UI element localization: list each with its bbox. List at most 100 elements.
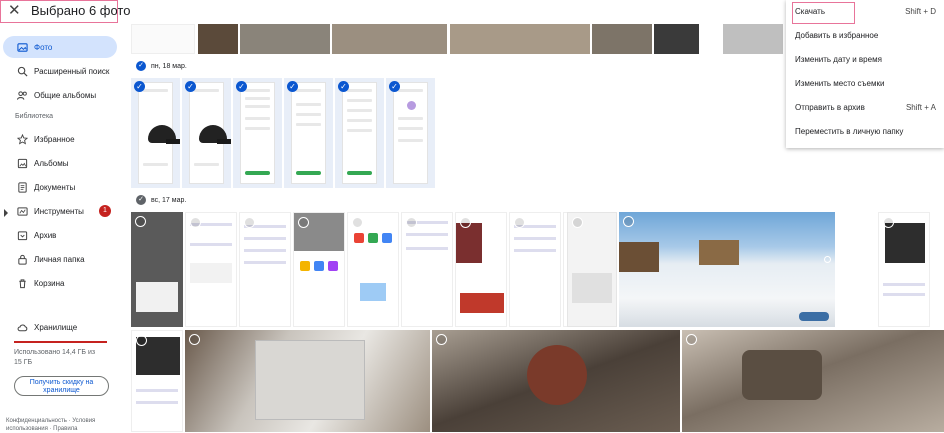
cloud-icon: [16, 321, 28, 333]
menu-item-label: Изменить дату и время: [795, 55, 882, 64]
photo-thumbnail[interactable]: [455, 212, 507, 327]
photo-thumbnail[interactable]: [131, 212, 183, 327]
library-section-label: Библиотека: [15, 113, 54, 120]
check-icon[interactable]: ✓: [136, 61, 146, 71]
photo-thumbnail[interactable]: [682, 330, 944, 432]
photo-thumbnail[interactable]: [401, 212, 453, 327]
photo-icon: [16, 41, 28, 53]
check-icon[interactable]: ✓: [236, 81, 247, 92]
photo-thumbnail[interactable]: [654, 24, 699, 54]
menu-item-add-favorite[interactable]: Добавить в избранное: [786, 24, 944, 48]
select-circle[interactable]: [135, 216, 146, 227]
photo-thumbnail[interactable]: [240, 24, 330, 54]
notification-badge: 1: [99, 205, 111, 217]
menu-item-edit-date-time[interactable]: Изменить дату и время: [786, 48, 944, 72]
select-circle[interactable]: [514, 217, 525, 228]
sidebar-item-tools[interactable]: Инструменты 1: [3, 200, 117, 222]
trash-icon: [16, 277, 28, 289]
storage-usage-text: Использовано 14,4 ГБ из 15 ГБ: [14, 349, 96, 366]
photo-thumbnail-selected[interactable]: ✓: [284, 78, 333, 188]
keyboard-shortcut: Shift + D: [905, 7, 936, 16]
album-icon: [16, 157, 28, 169]
sidebar-item-locked-folder[interactable]: Личная папка: [3, 248, 117, 270]
sidebar-item-trash[interactable]: Корзина: [3, 272, 117, 294]
menu-item-label: Добавить в избранное: [795, 31, 879, 40]
photo-thumbnail[interactable]: [198, 24, 238, 54]
select-circle[interactable]: [686, 334, 697, 345]
photo-thumbnail[interactable]: [131, 24, 195, 54]
sidebar-item-documents[interactable]: Документы: [3, 176, 117, 198]
photo-thumbnail[interactable]: [723, 24, 783, 54]
highlight-box: [0, 0, 118, 23]
menu-item-move-locked-folder[interactable]: Переместить в личную папку: [786, 120, 944, 144]
date-group-header[interactable]: ✓ пн, 18 мар.: [136, 61, 187, 71]
photo-thumbnail[interactable]: [185, 212, 237, 327]
sidebar-item-storage[interactable]: Хранилище: [3, 316, 117, 338]
select-circle[interactable]: [352, 217, 363, 228]
sidebar: Фото Расширенный поиск Общие альбомы Биб…: [0, 26, 125, 432]
footer-links[interactable]: Конфиденциальность · Условия использован…: [6, 417, 116, 433]
select-circle[interactable]: [244, 217, 255, 228]
menu-item-archive[interactable]: Отправить в архив Shift + A: [786, 96, 944, 120]
check-icon[interactable]: ✓: [134, 81, 145, 92]
select-circle[interactable]: [189, 334, 200, 345]
sidebar-item-photos[interactable]: Фото: [3, 36, 117, 58]
photo-thumbnail[interactable]: [432, 330, 680, 432]
check-icon[interactable]: ✓: [136, 195, 146, 205]
sidebar-item-label: Архив: [34, 230, 57, 240]
menu-item-label: Отправить в архив: [795, 103, 865, 112]
sidebar-item-label: Альбомы: [34, 158, 69, 168]
sidebar-item-label: Общие альбомы: [34, 90, 97, 100]
photo-thumbnail-selected[interactable]: ✓: [335, 78, 384, 188]
select-circle[interactable]: [460, 217, 471, 228]
sidebar-item-archive[interactable]: Архив: [3, 224, 117, 246]
people-icon: [16, 89, 28, 101]
sidebar-item-albums[interactable]: Альбомы: [3, 152, 117, 174]
photo-thumbnail[interactable]: [509, 212, 561, 327]
photo-thumbnail[interactable]: [619, 212, 835, 327]
date-group-header[interactable]: ✓ вс, 17 мар.: [136, 195, 186, 205]
tools-icon: [16, 205, 28, 217]
document-icon: [16, 181, 28, 193]
sidebar-item-label: Документы: [34, 182, 76, 192]
select-circle[interactable]: [136, 335, 147, 346]
photo-thumbnail[interactable]: [450, 24, 590, 54]
select-circle[interactable]: [572, 217, 583, 228]
photo-thumbnail[interactable]: [293, 212, 345, 327]
photo-thumbnail[interactable]: [347, 212, 399, 327]
sidebar-item-advanced-search[interactable]: Расширенный поиск: [3, 60, 117, 82]
sidebar-item-label: Корзина: [34, 278, 65, 288]
select-circle[interactable]: [883, 217, 894, 228]
select-circle[interactable]: [298, 217, 309, 228]
photo-thumbnail-selected[interactable]: ✓: [131, 78, 180, 188]
photo-thumbnail[interactable]: [567, 212, 617, 327]
photo-thumbnail[interactable]: [878, 212, 930, 327]
photo-thumbnail-selected[interactable]: ✓: [233, 78, 282, 188]
lock-folder-icon: [16, 253, 28, 265]
photo-thumbnail[interactable]: [332, 24, 447, 54]
check-icon[interactable]: ✓: [185, 81, 196, 92]
check-icon[interactable]: ✓: [338, 81, 349, 92]
photo-thumbnail[interactable]: [131, 330, 183, 432]
check-icon[interactable]: ✓: [287, 81, 298, 92]
star-icon: [16, 133, 28, 145]
select-circle[interactable]: [436, 334, 447, 345]
check-icon[interactable]: ✓: [389, 81, 400, 92]
keyboard-shortcut: Shift + A: [905, 103, 936, 112]
select-circle[interactable]: [623, 216, 634, 227]
select-circle[interactable]: [406, 217, 417, 228]
photo-thumbnail-selected[interactable]: ✓: [182, 78, 231, 188]
search-icon: [16, 65, 28, 77]
sidebar-item-label: Личная папка: [34, 254, 85, 264]
photo-thumbnail-selected[interactable]: ✓: [386, 78, 435, 188]
sidebar-item-shared-albums[interactable]: Общие альбомы: [3, 84, 117, 106]
photo-thumbnail[interactable]: [592, 24, 652, 54]
date-label: пн, 18 мар.: [151, 62, 187, 70]
menu-item-edit-location[interactable]: Изменить место съемки: [786, 72, 944, 96]
storage-discount-button[interactable]: Получить скидку на хранилище: [14, 376, 109, 396]
select-circle[interactable]: [190, 217, 201, 228]
photo-thumbnail[interactable]: [239, 212, 291, 327]
menu-item-label: Переместить в личную папку: [795, 127, 904, 136]
sidebar-item-favorites[interactable]: Избранное: [3, 128, 117, 150]
photo-thumbnail[interactable]: [185, 330, 430, 432]
